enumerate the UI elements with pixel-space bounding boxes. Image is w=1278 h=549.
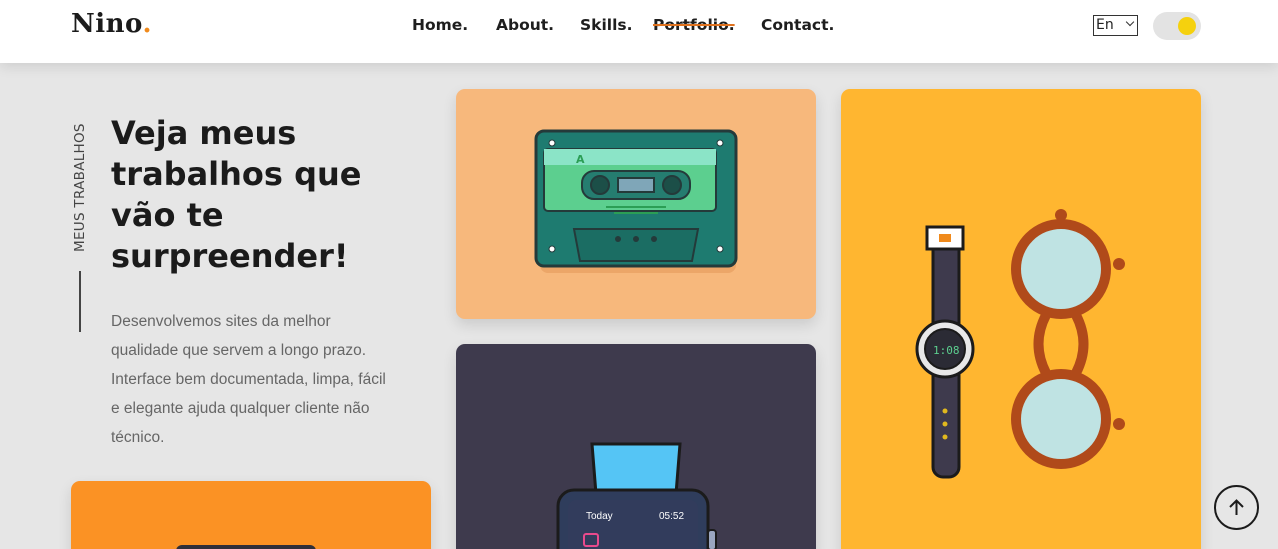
chevron-down-icon	[1125, 17, 1135, 27]
smartwatch-illustration: Today 05:52	[556, 442, 717, 549]
toggle-knob	[1178, 17, 1196, 35]
side-divider	[79, 271, 81, 332]
section-description: Desenvolvemos sites da melhor qualidade …	[111, 307, 411, 452]
arrow-up-icon	[1229, 499, 1244, 515]
page-title: Veja meus trabalhos que vão te surpreend…	[111, 113, 431, 277]
portfolio-card-watch-glasses[interactable]: 1:08	[841, 89, 1201, 549]
tape-label: A	[576, 153, 585, 166]
title-line: vão te	[111, 196, 224, 234]
portfolio-card-orange[interactable]	[71, 481, 431, 549]
description-line: técnico.	[111, 429, 165, 446]
description-line: Interface bem documentada, limpa, fácil	[111, 371, 386, 388]
nav-skills[interactable]: Skills.	[580, 16, 633, 34]
theme-toggle[interactable]	[1153, 12, 1201, 40]
cassette-illustration: A	[534, 129, 738, 273]
smartwatch-title: Today	[586, 511, 613, 522]
title-line: surpreender!	[111, 237, 349, 275]
logo-dot: .	[142, 9, 152, 39]
description-line: qualidade que servem a longo prazo.	[111, 342, 367, 359]
title-line: trabalhos que	[111, 155, 362, 193]
logo-text: Nino	[71, 9, 143, 39]
nav-home[interactable]: Home.	[412, 16, 468, 34]
description-line: e elegante ajuda qualquer cliente não	[111, 400, 370, 417]
nav-about[interactable]: About.	[496, 16, 554, 34]
watch-time: 1:08	[933, 344, 960, 357]
title-line: Veja meus	[111, 114, 297, 152]
section-side-label: MEUS TRABALHOS	[72, 123, 88, 252]
site-header: Nino. Home. About. Skills. Portfolio. Co…	[0, 0, 1278, 63]
portfolio-card-cassette[interactable]: A	[456, 89, 816, 319]
orange-card-illustration	[176, 545, 316, 549]
smartwatch-time: 05:52	[659, 511, 684, 522]
description-line: Desenvolvemos sites da melhor	[111, 313, 331, 330]
watch-glasses-illustration: 1:08	[915, 209, 1125, 479]
logo[interactable]: Nino.	[71, 9, 152, 39]
language-select[interactable]: En	[1093, 15, 1138, 36]
language-value: En	[1096, 17, 1114, 33]
portfolio-card-smartwatch[interactable]: Today 05:52	[456, 344, 816, 549]
nav-portfolio[interactable]: Portfolio.	[653, 16, 735, 34]
nav-contact[interactable]: Contact.	[761, 16, 834, 34]
scroll-to-top-button[interactable]	[1214, 485, 1259, 530]
